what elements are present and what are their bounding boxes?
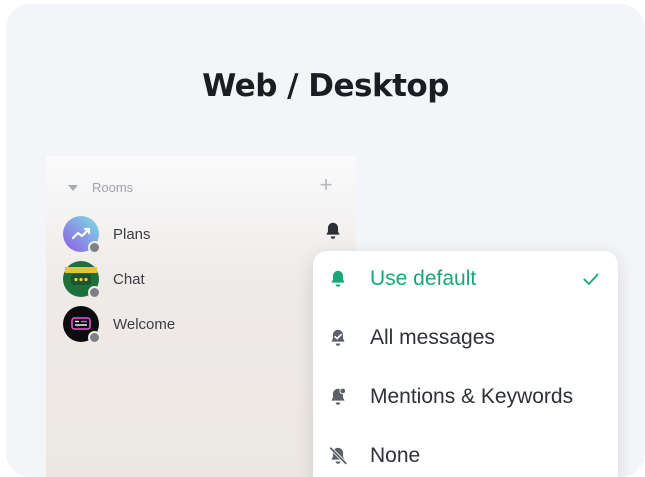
rooms-section-label: Rooms bbox=[92, 180, 134, 195]
room-list-panel: Rooms + Plans Chat Welcome bbox=[46, 156, 356, 477]
avatar bbox=[63, 261, 101, 299]
room-name: Plans bbox=[113, 225, 151, 243]
chevron-down-icon[interactable] bbox=[68, 184, 78, 191]
globe-icon bbox=[88, 241, 101, 254]
menu-item-use-default[interactable]: Use default bbox=[313, 251, 618, 307]
room-item-plans[interactable]: Plans bbox=[63, 214, 151, 254]
globe-icon bbox=[88, 286, 101, 299]
showcase-card: Web / Desktop Rooms + Plans Chat Welcome… bbox=[6, 4, 645, 477]
globe-icon bbox=[88, 331, 101, 344]
bell-mention-icon bbox=[331, 387, 347, 405]
menu-item-label: Mentions & Keywords bbox=[370, 385, 574, 408]
menu-item-label: None bbox=[370, 444, 421, 467]
room-item-chat[interactable]: Chat bbox=[63, 259, 145, 299]
avatar bbox=[63, 306, 101, 344]
bell-off-icon bbox=[329, 446, 348, 465]
notification-settings-menu: Use default All messages Mentions & Keyw… bbox=[313, 251, 618, 477]
menu-item-mentions-keywords[interactable]: Mentions & Keywords bbox=[313, 369, 618, 425]
check-icon bbox=[583, 273, 599, 285]
menu-item-none[interactable]: None bbox=[313, 428, 618, 477]
room-name: Chat bbox=[113, 270, 145, 288]
avatar bbox=[63, 216, 101, 254]
room-name: Welcome bbox=[113, 315, 176, 333]
bell-icon[interactable] bbox=[322, 220, 344, 242]
bell-filled-icon bbox=[331, 270, 345, 287]
add-room-button[interactable]: + bbox=[316, 174, 336, 196]
menu-item-label: Use default bbox=[370, 267, 477, 290]
menu-item-label: All messages bbox=[370, 326, 495, 349]
menu-item-all-messages[interactable]: All messages bbox=[313, 310, 618, 366]
room-item-welcome[interactable]: Welcome bbox=[63, 304, 175, 344]
bell-check-icon bbox=[331, 329, 345, 346]
rooms-section-header[interactable]: Rooms bbox=[68, 180, 133, 195]
page-title: Web / Desktop bbox=[202, 68, 449, 104]
